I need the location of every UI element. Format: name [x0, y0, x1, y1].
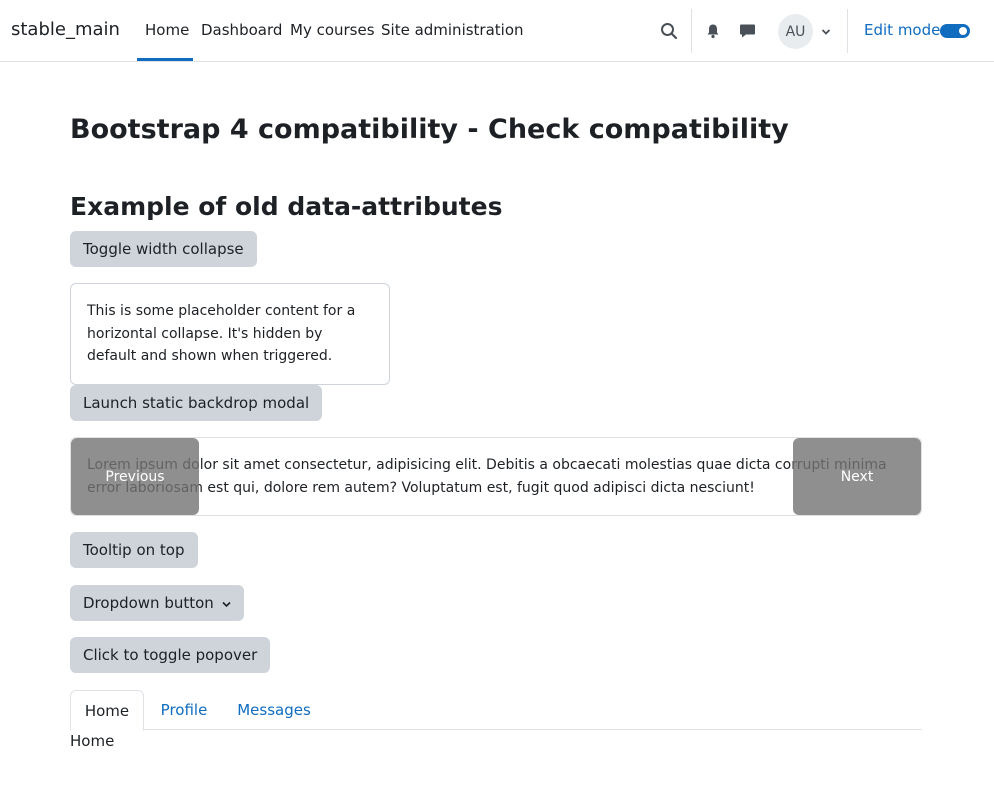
avatar[interactable]: AU	[778, 14, 813, 49]
tab-profile[interactable]: Profile	[160, 690, 208, 730]
nav-active-indicator	[137, 58, 193, 61]
chat-icon[interactable]	[737, 21, 757, 41]
tooltip-button[interactable]: Tooltip on top	[70, 532, 198, 568]
chevron-down-icon	[222, 594, 231, 612]
tab-home[interactable]: Home	[70, 690, 144, 731]
navbar-divider	[847, 9, 848, 53]
search-icon[interactable]	[658, 20, 680, 42]
edit-mode-toggle[interactable]	[940, 24, 970, 38]
section-title: Example of old data-attributes	[70, 192, 503, 221]
tab-content: Home	[70, 732, 115, 750]
page-title: Bootstrap 4 compatibility - Check compat…	[70, 114, 789, 145]
edit-mode-label[interactable]: Edit mode	[864, 21, 940, 39]
carousel-next-button[interactable]: Next	[793, 438, 921, 515]
dropdown-button-label: Dropdown button	[83, 594, 214, 612]
chevron-down-icon[interactable]	[819, 25, 833, 39]
carousel: Lorem ipsum dolor sit amet consectetur, …	[70, 437, 922, 516]
toggle-width-collapse-button[interactable]: Toggle width collapse	[70, 231, 257, 267]
top-navbar: stable_main Home Dashboard My courses Si…	[0, 0, 994, 62]
collapse-text: This is some placeholder content for a h…	[87, 303, 356, 364]
launch-modal-button[interactable]: Launch static backdrop modal	[70, 385, 323, 421]
navbar-divider	[691, 9, 692, 53]
popover-button[interactable]: Click to toggle popover	[70, 637, 271, 673]
toggle-knob	[959, 27, 967, 35]
nav-site-administration[interactable]: Site administration	[381, 21, 524, 39]
nav-dashboard[interactable]: Dashboard	[201, 21, 282, 39]
carousel-previous-button[interactable]: Previous	[71, 438, 199, 515]
nav-my-courses[interactable]: My courses	[290, 21, 375, 39]
dropdown-button[interactable]: Dropdown button	[70, 585, 244, 621]
carousel-slide-text: Lorem ipsum dolor sit amet consectetur, …	[87, 457, 887, 496]
tab-list: Home Profile Messages	[70, 690, 922, 731]
nav-home[interactable]: Home	[145, 21, 189, 39]
bell-icon[interactable]	[703, 21, 723, 41]
tab-messages[interactable]: Messages	[237, 690, 311, 730]
site-brand[interactable]: stable_main	[11, 19, 120, 40]
collapse-card: This is some placeholder content for a h…	[70, 283, 390, 385]
